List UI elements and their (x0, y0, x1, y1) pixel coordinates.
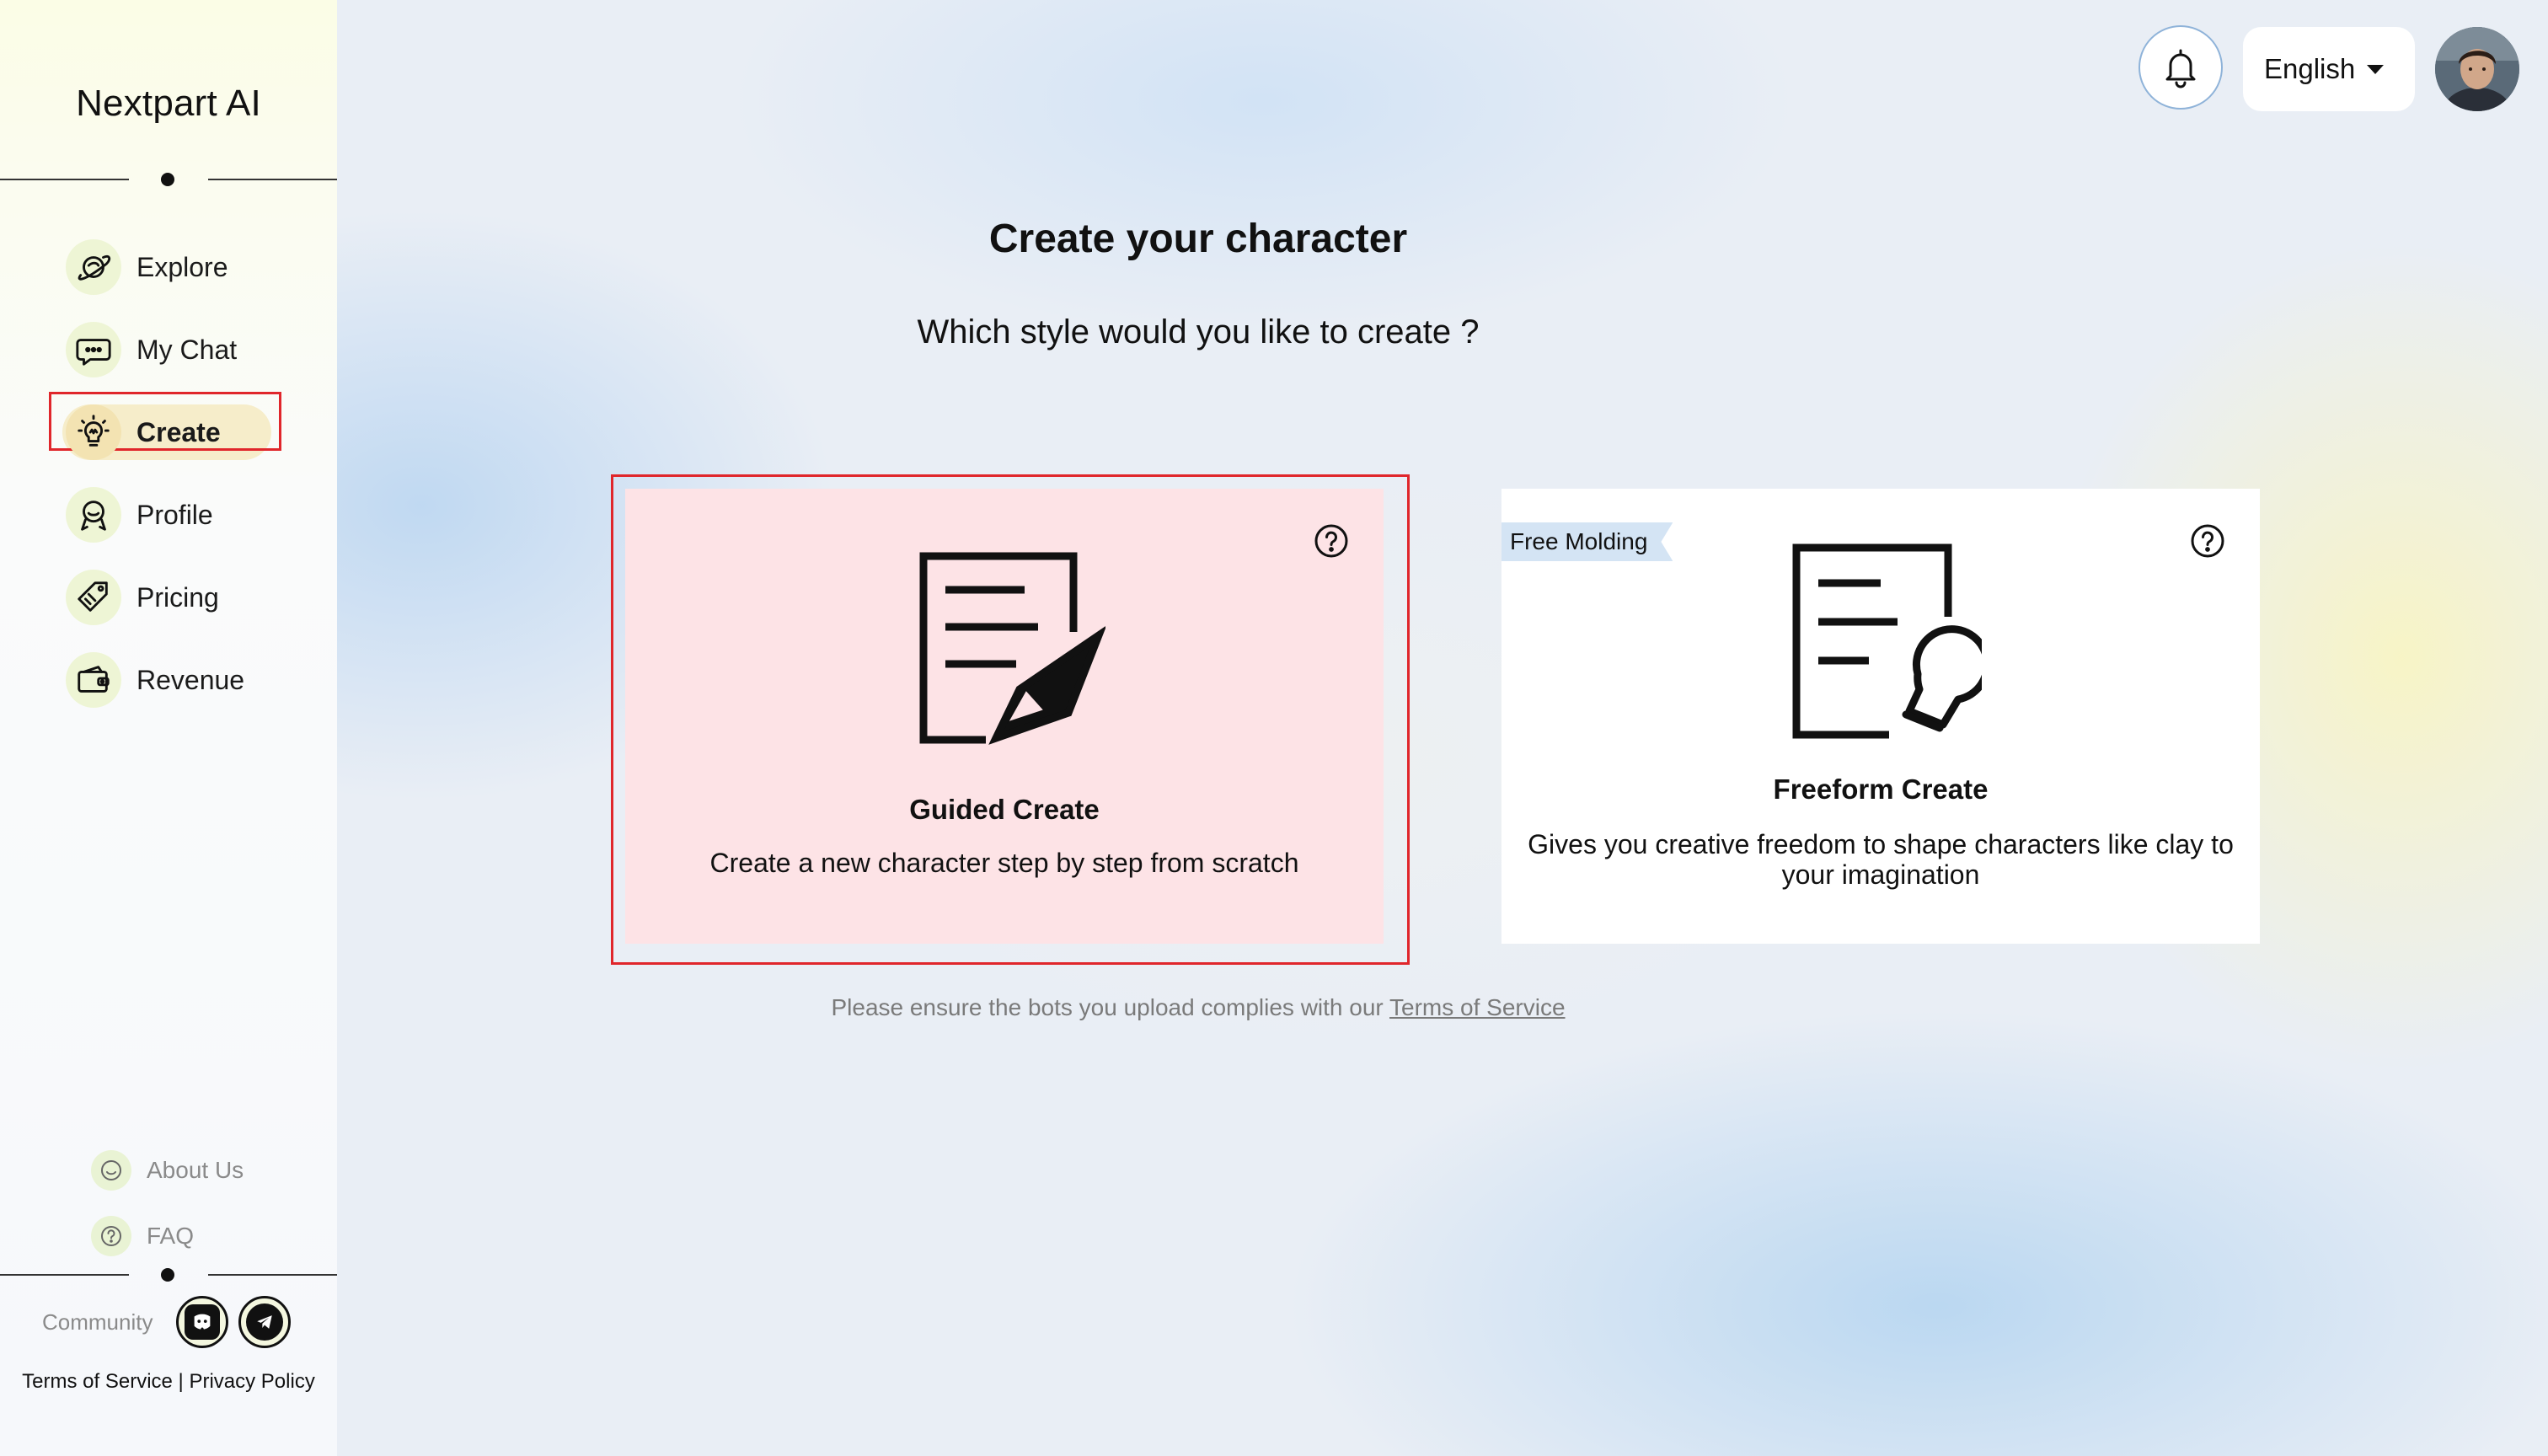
wallet-icon (66, 652, 121, 708)
discord-icon (185, 1304, 221, 1340)
freeform-create-card[interactable]: Free Molding Freeform Create Gives you c… (1502, 489, 2260, 944)
legal-separator: | (178, 1370, 184, 1393)
page-title: Create your character (988, 217, 1408, 261)
brand-logo[interactable]: Nextpart AI (0, 83, 337, 125)
bell-icon (2165, 49, 2196, 88)
price-tag-icon (66, 570, 121, 625)
question-icon (91, 1216, 131, 1256)
help-icon (1314, 524, 1348, 558)
sidebar-item-profile[interactable]: Profile (49, 474, 293, 556)
faq-label: FAQ (147, 1223, 195, 1249)
faq-link[interactable]: FAQ (91, 1203, 244, 1269)
sidebar-item-pricing[interactable]: Pricing (49, 556, 293, 639)
notice-text: Please ensure the bots you upload compli… (831, 994, 1384, 1020)
sidebar-item-create[interactable]: Create (49, 391, 293, 474)
sidebar-item-label: Create (136, 416, 221, 447)
about-us-label: About Us (147, 1157, 244, 1183)
sidebar-footer-links: About Us FAQ (91, 1138, 244, 1269)
community-label: Community (42, 1309, 153, 1335)
sidebar-item-revenue[interactable]: Revenue (49, 639, 293, 721)
privacy-link[interactable]: Privacy Policy (189, 1370, 314, 1393)
legal-links: Terms of Service | Privacy Policy (0, 1370, 337, 1394)
freeform-help-button[interactable] (2189, 522, 2226, 559)
freeform-card-title: Freeform Create (1773, 774, 1989, 805)
about-us-link[interactable]: About Us (91, 1138, 244, 1203)
free-molding-badge: Free Molding (1502, 522, 1673, 561)
notification-button[interactable] (2138, 25, 2223, 110)
sidebar-divider-top (0, 171, 337, 188)
document-pen-icon (919, 552, 1105, 745)
discord-button[interactable] (176, 1296, 229, 1348)
upload-notice: Please ensure the bots you upload compli… (93, 994, 2304, 1021)
sidebar-item-label: Pricing (136, 581, 219, 613)
guided-help-button[interactable] (1313, 522, 1350, 559)
sidebar-divider-bottom (0, 1266, 337, 1283)
sidebar-item-label: Profile (136, 499, 213, 530)
freeform-card-description: Gives you creative freedom to shape char… (1528, 829, 2234, 890)
smile-icon (91, 1150, 131, 1191)
document-bulb-icon (1792, 543, 1982, 739)
terms-link[interactable]: Terms of Service (22, 1370, 173, 1393)
user-avatar[interactable] (2435, 27, 2519, 111)
telegram-button[interactable] (238, 1296, 292, 1348)
telegram-icon (246, 1303, 284, 1341)
help-icon (2191, 524, 2224, 558)
language-selector[interactable]: English (2243, 27, 2415, 111)
guided-card-title: Guided Create (909, 794, 1100, 825)
notice-terms-link[interactable]: Terms of Service (1389, 994, 1566, 1020)
community-section: Community (42, 1296, 292, 1348)
sidebar-nav: Explore My Chat Create Profile Pricing R… (49, 226, 293, 721)
sidebar-item-label: Revenue (136, 664, 245, 695)
caret-down-icon (2367, 64, 2385, 74)
guided-card-description: Create a new character step by step from… (709, 848, 1299, 878)
page-subtitle: Which style would you like to create ? (917, 313, 1480, 351)
avatar-image (2435, 27, 2519, 111)
language-label: English (2264, 53, 2356, 84)
profile-badge-icon (66, 487, 121, 543)
guided-create-card[interactable]: Guided Create Create a new character ste… (625, 489, 1384, 944)
lightbulb-icon (66, 404, 121, 460)
